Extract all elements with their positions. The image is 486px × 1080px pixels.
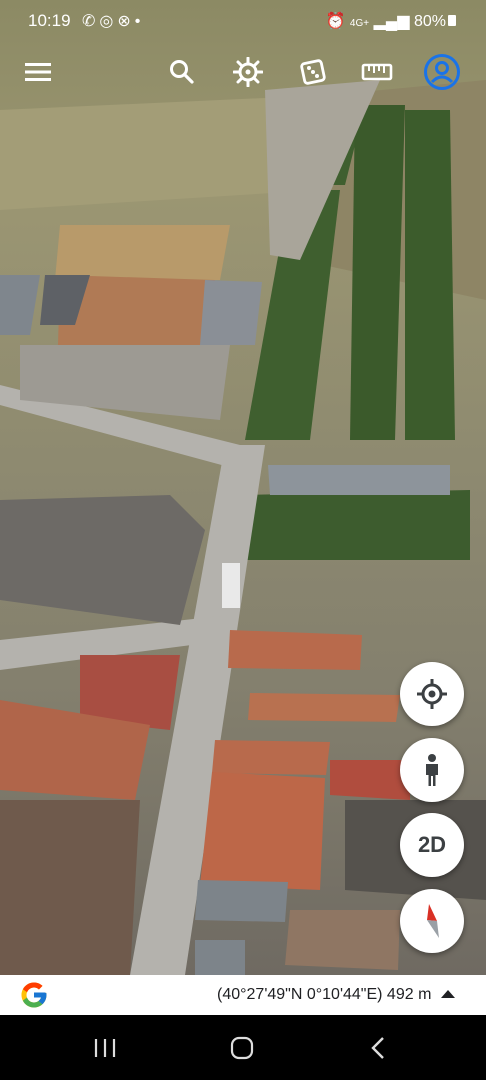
home-button[interactable] bbox=[222, 1033, 262, 1063]
top-toolbar bbox=[0, 48, 486, 98]
ruler-icon[interactable] bbox=[355, 48, 399, 96]
account-icon[interactable] bbox=[420, 48, 464, 96]
notification-icons: ✆◎⊗• bbox=[82, 11, 144, 31]
my-location-button[interactable] bbox=[400, 662, 464, 726]
missed-call-icon: ✆ bbox=[82, 13, 100, 30]
compass-icon bbox=[427, 904, 439, 938]
pegman-icon bbox=[426, 754, 438, 786]
google-logo-icon bbox=[21, 982, 47, 1008]
coordinates-text: (40°27'49"N 0°10'44"E) 492 m bbox=[217, 986, 432, 1003]
battery-icon bbox=[448, 15, 456, 26]
system-nav-bar bbox=[0, 1015, 486, 1080]
two-d-label: 2D bbox=[417, 832, 447, 857]
status-right: ⏰ 4G+ ▂▄▆ 80% bbox=[326, 11, 446, 31]
compass-button[interactable] bbox=[400, 889, 464, 953]
toggle-2d-button[interactable]: 2D bbox=[400, 813, 464, 877]
info-bar: (40°27'49"N 0°10'44"E) 492 m bbox=[0, 975, 486, 1015]
signal-icon: ▂▄▆ bbox=[373, 13, 410, 30]
menu-icon[interactable] bbox=[16, 48, 60, 96]
recent-apps-button[interactable] bbox=[85, 1033, 125, 1063]
whatsapp-icon: ◎ bbox=[99, 13, 118, 30]
search-icon[interactable] bbox=[160, 48, 204, 96]
network-type: 4G+ bbox=[349, 18, 370, 29]
expand-up-icon[interactable] bbox=[441, 990, 455, 998]
street-view-button[interactable] bbox=[400, 738, 464, 802]
back-button[interactable] bbox=[358, 1033, 398, 1063]
alarm-icon: ⏰ bbox=[325, 13, 346, 30]
status-bar: 10:19 ✆◎⊗• ⏰ 4G+ ▂▄▆ 80% bbox=[0, 0, 486, 40]
crosshair-icon bbox=[417, 679, 447, 709]
recents-icon bbox=[94, 1039, 116, 1057]
status-time: 10:19 bbox=[28, 11, 71, 30]
voyager-wheel-icon[interactable] bbox=[226, 48, 270, 96]
home-icon bbox=[230, 1036, 254, 1060]
dot-icon: • bbox=[134, 13, 145, 30]
battery-percent: 80% bbox=[413, 13, 446, 30]
back-icon bbox=[371, 1037, 384, 1059]
dice-icon[interactable] bbox=[291, 48, 335, 96]
shield-icon: ⊗ bbox=[117, 13, 135, 30]
